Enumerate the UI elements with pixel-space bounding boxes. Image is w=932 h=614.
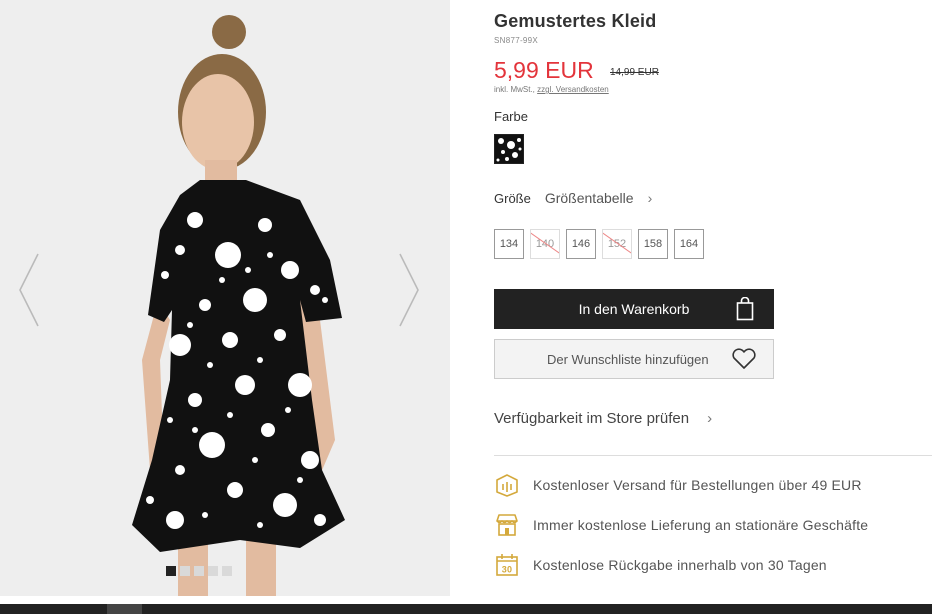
shipping-box-icon — [496, 474, 518, 497]
add-to-wishlist-button[interactable]: Der Wunschliste hinzufügen — [494, 339, 774, 379]
calendar-30-icon: 30 — [496, 554, 518, 576]
size-header: Größe Größentabelle › — [494, 190, 652, 206]
benefit-free-returns: 30 Kostenlose Rückgabe innerhalb von 30 … — [494, 552, 827, 578]
benefit-free-shipping: Kostenloser Versand für Bestellungen übe… — [494, 472, 862, 498]
size-option-134[interactable]: 134 — [494, 229, 524, 259]
shopping-bag-icon — [736, 297, 754, 321]
gallery-dot[interactable] — [208, 566, 218, 576]
size-option-140-unavailable[interactable]: 140 — [530, 229, 560, 259]
add-to-cart-label: In den Warenkorb — [578, 301, 690, 317]
color-swatch[interactable] — [494, 134, 524, 164]
shipping-costs-link[interactable]: zzgl. Versandkosten — [537, 85, 609, 94]
benefit-text: Kostenloser Versand für Bestellungen übe… — [533, 477, 862, 493]
divider — [494, 455, 932, 456]
bottom-bar-segment — [107, 604, 142, 614]
gallery-pagination — [166, 566, 232, 576]
product-image-gallery[interactable] — [0, 0, 450, 596]
size-option-158[interactable]: 158 — [638, 229, 668, 259]
store-icon — [496, 514, 518, 536]
tax-info: inkl. MwSt., zzgl. Versandkosten — [494, 85, 609, 94]
add-to-cart-button[interactable]: In den Warenkorb — [494, 289, 774, 329]
benefit-text: Kostenlose Rückgabe innerhalb von 30 Tag… — [533, 557, 827, 573]
size-option-146[interactable]: 146 — [566, 229, 596, 259]
product-sku: SN877-99X — [494, 36, 539, 45]
product-photo — [0, 0, 450, 596]
heart-icon — [732, 348, 756, 369]
size-label: Größe — [494, 190, 531, 206]
svg-text:30: 30 — [502, 565, 512, 575]
chevron-right-icon[interactable]: › — [648, 190, 653, 206]
gallery-dot[interactable] — [194, 566, 204, 576]
size-option-164[interactable]: 164 — [674, 229, 704, 259]
chevron-right-icon: › — [707, 410, 713, 427]
tax-prefix: inkl. MwSt., — [494, 85, 538, 94]
color-label: Farbe — [494, 109, 528, 124]
size-options: 134 140 146 152 158 164 — [494, 229, 704, 259]
product-price: 5,99 EUR — [494, 57, 594, 83]
size-table-link[interactable]: Größentabelle — [545, 190, 634, 206]
store-availability-label: Verfügbarkeit im Store prüfen — [494, 410, 690, 427]
size-option-152-unavailable[interactable]: 152 — [602, 229, 632, 259]
gallery-dot[interactable] — [222, 566, 232, 576]
bottom-bar — [0, 604, 932, 614]
product-old-price: 14,99 EUR — [610, 67, 659, 78]
gallery-prev-arrow-icon[interactable] — [14, 250, 44, 330]
gallery-dot[interactable] — [166, 566, 176, 576]
product-title: Gemustertes Kleid — [494, 11, 657, 31]
benefit-store-delivery: Immer kostenlose Lieferung an stationäre… — [494, 512, 868, 538]
wishlist-label: Der Wunschliste hinzufügen — [547, 351, 709, 367]
gallery-next-arrow-icon[interactable] — [394, 250, 424, 330]
store-availability-link[interactable]: Verfügbarkeit im Store prüfen › — [494, 410, 712, 427]
benefit-text: Immer kostenlose Lieferung an stationäre… — [533, 517, 869, 533]
gallery-dot[interactable] — [180, 566, 190, 576]
